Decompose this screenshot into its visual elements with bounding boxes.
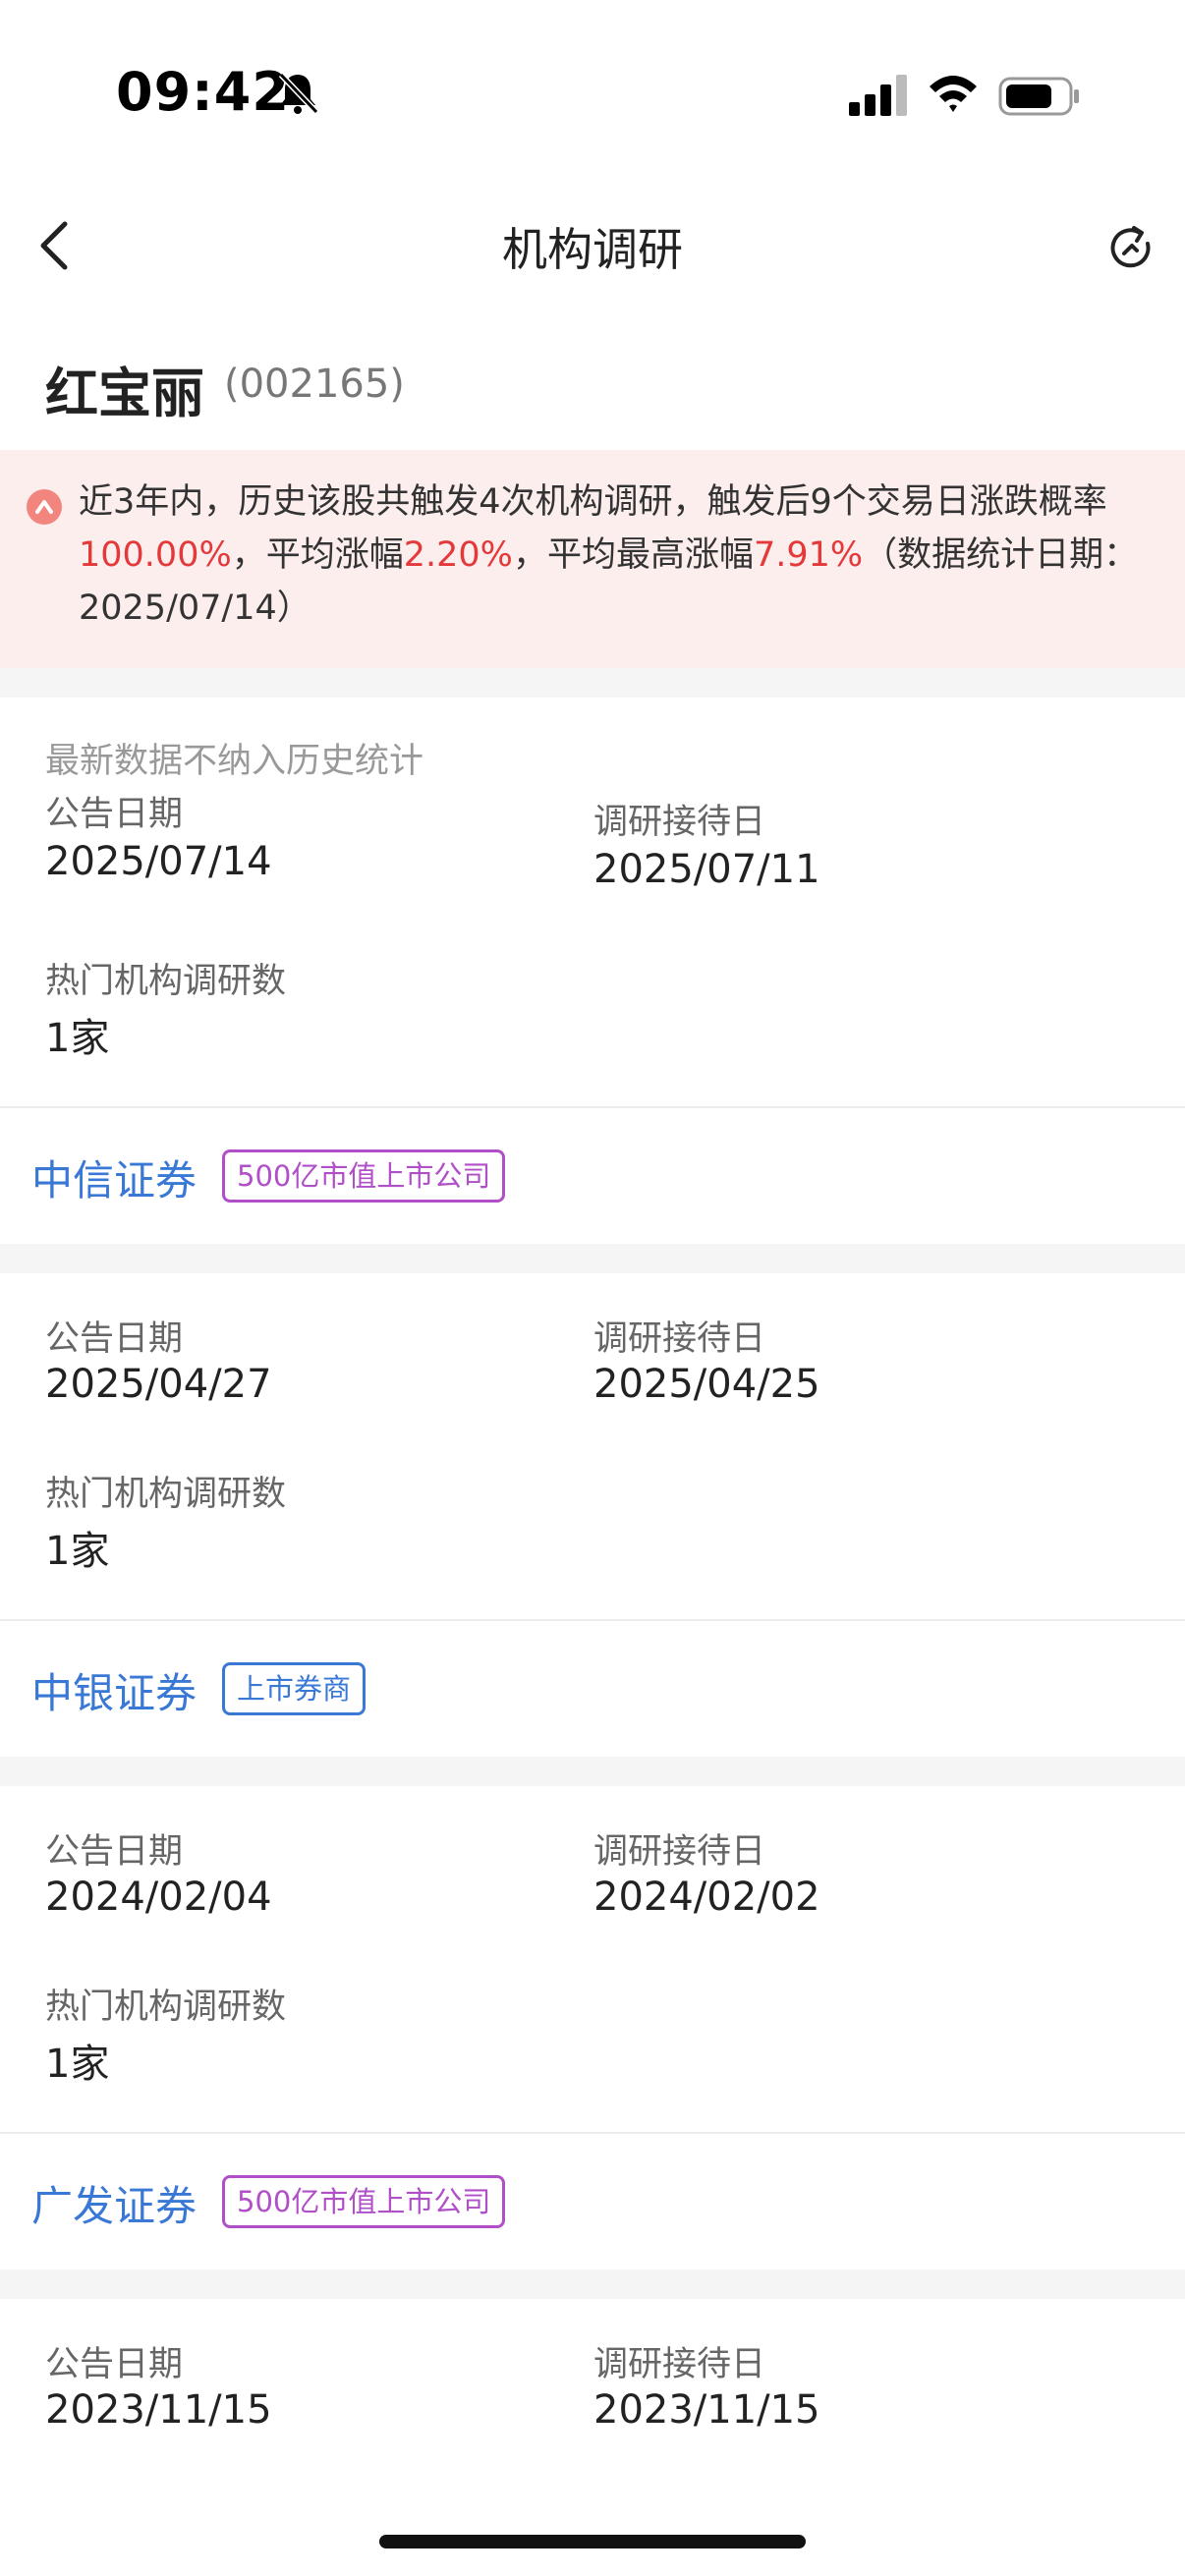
bell-slash-icon (278, 72, 319, 115)
institution-name[interactable]: 中信证券 (31, 1148, 197, 1207)
refresh-icon[interactable] (1104, 222, 1157, 275)
announce-date-value: 2024/02/04 (45, 1875, 272, 1920)
divider (0, 1619, 1185, 1621)
summary-part3: ，平均最高涨幅 (512, 535, 754, 575)
announce-date-label: 公告日期 (45, 1832, 184, 1872)
section-gap (0, 1757, 1185, 1786)
section-gap (0, 668, 1185, 698)
hot-count-label: 热门机构调研数 (45, 1988, 287, 2027)
visit-date-label: 调研接待日 (593, 1832, 766, 1872)
stock-name: 红宝丽 (45, 363, 204, 424)
status-time: 09:42 (116, 61, 290, 123)
battery-icon (998, 77, 1079, 116)
visit-date-value: 2025/07/11 (593, 847, 820, 892)
visit-date-label: 调研接待日 (593, 803, 766, 842)
divider (0, 1106, 1185, 1108)
wifi-icon (930, 76, 977, 112)
visit-date-value: 2025/04/25 (593, 1362, 820, 1407)
latest-note: 最新数据不纳入历史统计 (45, 742, 424, 781)
hot-count-label: 热门机构调研数 (45, 1475, 287, 1514)
section-gap (0, 1244, 1185, 1273)
summary-probability: 100.00% (79, 535, 232, 575)
announce-date-value: 2023/11/15 (45, 2387, 272, 2433)
institution-tag: 500亿市值上市公司 (222, 2175, 506, 2228)
hot-count-value: 1家 (45, 1529, 110, 1574)
summary-avg-gain: 2.20% (403, 535, 513, 575)
summary-part1: 近3年内，历史该股共触发4次机构调研，触发后9个交易日涨跌概率 (79, 482, 1107, 522)
visit-date-label: 调研接待日 (593, 1319, 766, 1359)
up-arrow-circle-icon (27, 489, 62, 525)
visit-date-label: 调研接待日 (593, 2345, 766, 2384)
hot-count-value: 1家 (45, 2042, 110, 2087)
visit-date-value: 2024/02/02 (593, 1875, 820, 1920)
summary-max-gain: 7.91% (753, 535, 864, 575)
announce-date-value: 2025/07/14 (45, 839, 272, 884)
hot-count-value: 1家 (45, 1016, 110, 1061)
announce-date-label: 公告日期 (45, 2345, 184, 2384)
section-gap (0, 2269, 1185, 2299)
announce-date-value: 2025/04/27 (45, 1362, 272, 1407)
announce-date-label: 公告日期 (45, 795, 184, 834)
summary-part2: ，平均涨幅 (231, 535, 404, 575)
status-bar: 09:42 (0, 0, 1185, 187)
stock-code: (002165) (224, 362, 405, 407)
visit-date-value: 2023/11/15 (593, 2387, 820, 2433)
page-title: 机构调研 (502, 223, 683, 276)
institution-tag: 上市券商 (222, 1662, 367, 1715)
institution-name[interactable]: 中银证券 (31, 1660, 197, 1720)
hot-count-label: 热门机构调研数 (45, 962, 287, 1001)
divider (0, 2132, 1185, 2134)
signal-icon (849, 75, 907, 116)
institution-name[interactable]: 广发证券 (31, 2173, 197, 2233)
announce-date-label: 公告日期 (45, 1319, 184, 1359)
institution-tag: 500亿市值上市公司 (222, 1149, 506, 1203)
summary-text: 近3年内，历史该股共触发4次机构调研，触发后9个交易日涨跌概率100.00%，平… (79, 476, 1159, 635)
home-indicator (379, 2535, 806, 2548)
